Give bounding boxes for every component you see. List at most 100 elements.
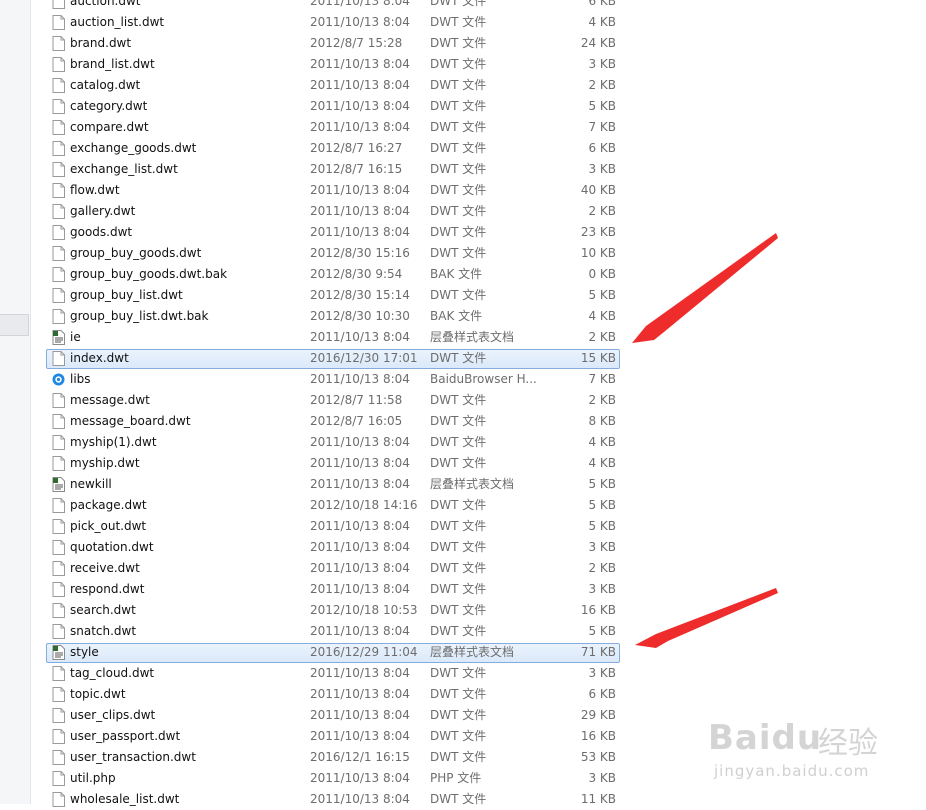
file-type: DWT 文件 bbox=[430, 498, 487, 512]
doc-icon bbox=[52, 771, 65, 786]
file-type: DWT 文件 bbox=[430, 141, 487, 155]
file-size: 16 KB bbox=[580, 729, 616, 743]
doc-icon bbox=[52, 0, 65, 9]
file-row[interactable]: pick_out.dwt 2011/10/13 8:04 DWT 文件 5 KB bbox=[30, 516, 926, 537]
watermark-sub: 经验 bbox=[818, 726, 878, 761]
doc-icon bbox=[52, 351, 65, 366]
file-row[interactable]: message.dwt 2012/8/7 11:58 DWT 文件 2 KB bbox=[30, 390, 926, 411]
file-row[interactable]: exchange_list.dwt 2012/8/7 16:15 DWT 文件 3 K… bbox=[30, 159, 926, 180]
file-row[interactable]: newkill 2011/10/13 8:04 层叠样式表文档 5 KB bbox=[30, 474, 926, 495]
doc-icon bbox=[52, 540, 65, 555]
file-size: 53 KB bbox=[580, 750, 616, 764]
doc-icon bbox=[52, 729, 65, 744]
file-row[interactable]: package.dwt 2012/10/18 14:16 DWT 文件 5 KB bbox=[30, 495, 926, 516]
file-row[interactable]: respond.dwt 2011/10/13 8:04 DWT 文件 3 KB bbox=[30, 579, 926, 600]
file-type: DWT 文件 bbox=[430, 78, 487, 92]
file-type: BAK 文件 bbox=[430, 267, 483, 281]
file-row[interactable]: exchange_goods.dwt 2012/8/7 16:27 DWT 文件 6 … bbox=[30, 138, 926, 159]
file-date: 2011/10/13 8:04 bbox=[310, 330, 410, 344]
file-name: respond.dwt bbox=[70, 582, 145, 596]
file-size: 4 KB bbox=[588, 456, 616, 470]
nav-pane-scroll-handle[interactable] bbox=[0, 314, 29, 336]
file-row[interactable]: wholesale_list.dwt 2011/10/13 8:04 DWT 文件 1… bbox=[30, 789, 926, 810]
doc-icon bbox=[52, 687, 65, 702]
file-type: 层叠样式表文档 bbox=[430, 645, 515, 659]
file-name: quotation.dwt bbox=[70, 540, 154, 554]
file-row[interactable]: style 2016/12/29 11:04 层叠样式表文档 71 KB bbox=[30, 642, 926, 663]
file-row[interactable]: myship.dwt 2011/10/13 8:04 DWT 文件 4 KB bbox=[30, 453, 926, 474]
file-row[interactable]: auction_list.dwt 2011/10/13 8:04 DWT 文件 4 K… bbox=[30, 12, 926, 33]
file-row[interactable]: myship(1).dwt 2011/10/13 8:04 DWT 文件 4 KB bbox=[30, 432, 926, 453]
file-date: 2011/10/13 8:04 bbox=[310, 729, 410, 743]
file-type: DWT 文件 bbox=[430, 120, 487, 134]
file-date: 2011/10/13 8:04 bbox=[310, 225, 410, 239]
doc-icon bbox=[52, 36, 65, 51]
file-row[interactable]: libs 2011/10/13 8:04 BaiduBrowser H... 7 KB bbox=[30, 369, 926, 390]
file-date: 2011/10/13 8:04 bbox=[310, 708, 410, 722]
file-row[interactable]: group_buy_list.dwt 2012/8/30 15:14 DWT 文件 5… bbox=[30, 285, 926, 306]
file-type: DWT 文件 bbox=[430, 624, 487, 638]
file-size: 16 KB bbox=[580, 603, 616, 617]
file-row[interactable]: goods.dwt 2011/10/13 8:04 DWT 文件 23 KB bbox=[30, 222, 926, 243]
file-row[interactable]: message_board.dwt 2012/8/7 16:05 DWT 文件 8 K… bbox=[30, 411, 926, 432]
file-row[interactable]: brand_list.dwt 2011/10/13 8:04 DWT 文件 3 KB bbox=[30, 54, 926, 75]
file-row[interactable]: catalog.dwt 2011/10/13 8:04 DWT 文件 2 KB bbox=[30, 75, 926, 96]
file-date: 2011/10/13 8:04 bbox=[310, 99, 410, 113]
doc-icon bbox=[52, 666, 65, 681]
file-row[interactable]: tag_cloud.dwt 2011/10/13 8:04 DWT 文件 3 KB bbox=[30, 663, 926, 684]
file-row[interactable]: gallery.dwt 2011/10/13 8:04 DWT 文件 2 KB bbox=[30, 201, 926, 222]
file-size: 7 KB bbox=[588, 372, 616, 386]
file-name: auction.dwt bbox=[70, 0, 141, 8]
file-type: DWT 文件 bbox=[430, 582, 487, 596]
file-date: 2011/10/13 8:04 bbox=[310, 771, 410, 785]
file-row[interactable]: group_buy_list.dwt.bak 2012/8/30 10:30 BAK… bbox=[30, 306, 926, 327]
file-row[interactable]: auction.dwt 2011/10/13 8:04 DWT 文件 6 KB bbox=[30, 0, 926, 12]
file-name: myship.dwt bbox=[70, 456, 140, 470]
file-type: DWT 文件 bbox=[430, 393, 487, 407]
file-type: 层叠样式表文档 bbox=[430, 477, 515, 491]
doc-icon bbox=[52, 15, 65, 30]
file-type: DWT 文件 bbox=[430, 750, 487, 764]
css-icon bbox=[52, 330, 65, 345]
file-type: DWT 文件 bbox=[430, 0, 487, 8]
file-row[interactable]: group_buy_goods.dwt 2012/8/30 15:16 DWT 文件… bbox=[30, 243, 926, 264]
file-row[interactable]: receive.dwt 2011/10/13 8:04 DWT 文件 2 KB bbox=[30, 558, 926, 579]
file-size: 0 KB bbox=[588, 267, 616, 281]
file-date: 2011/10/13 8:04 bbox=[310, 435, 410, 449]
file-row[interactable]: group_buy_goods.dwt.bak 2012/8/30 9:54 BAK… bbox=[30, 264, 926, 285]
file-size: 3 KB bbox=[588, 582, 616, 596]
file-row[interactable]: index.dwt 2016/12/30 17:01 DWT 文件 15 KB bbox=[30, 348, 926, 369]
file-size: 5 KB bbox=[588, 99, 616, 113]
file-size: 6 KB bbox=[588, 141, 616, 155]
file-row[interactable]: ie 2011/10/13 8:04 层叠样式表文档 2 KB bbox=[30, 327, 926, 348]
file-date: 2012/8/7 16:27 bbox=[310, 141, 403, 155]
file-row[interactable]: quotation.dwt 2011/10/13 8:04 DWT 文件 3 KB bbox=[30, 537, 926, 558]
file-row[interactable]: compare.dwt 2011/10/13 8:04 DWT 文件 7 KB bbox=[30, 117, 926, 138]
file-row[interactable]: brand.dwt 2012/8/7 15:28 DWT 文件 24 KB bbox=[30, 33, 926, 54]
file-size: 40 KB bbox=[580, 183, 616, 197]
file-size: 4 KB bbox=[588, 309, 616, 323]
file-date: 2012/8/7 15:28 bbox=[310, 36, 403, 50]
file-row[interactable]: category.dwt 2011/10/13 8:04 DWT 文件 5 KB bbox=[30, 96, 926, 117]
file-type: DWT 文件 bbox=[430, 204, 487, 218]
file-name: libs bbox=[70, 372, 91, 386]
file-size: 24 KB bbox=[580, 36, 616, 50]
file-type: BaiduBrowser H... bbox=[430, 372, 537, 386]
doc-icon bbox=[52, 435, 65, 450]
file-row[interactable]: snatch.dwt 2011/10/13 8:04 DWT 文件 5 KB bbox=[30, 621, 926, 642]
file-date: 2011/10/13 8:04 bbox=[310, 372, 410, 386]
file-row[interactable]: topic.dwt 2011/10/13 8:04 DWT 文件 6 KB bbox=[30, 684, 926, 705]
file-name: package.dwt bbox=[70, 498, 147, 512]
file-row[interactable]: search.dwt 2012/10/18 10:53 DWT 文件 16 KB bbox=[30, 600, 926, 621]
file-date: 2016/12/29 11:04 bbox=[310, 645, 418, 659]
doc-icon bbox=[52, 225, 65, 240]
doc-icon bbox=[52, 57, 65, 72]
file-date: 2011/10/13 8:04 bbox=[310, 792, 410, 806]
file-type: DWT 文件 bbox=[430, 225, 487, 239]
file-size: 3 KB bbox=[588, 162, 616, 176]
file-date: 2011/10/13 8:04 bbox=[310, 582, 410, 596]
doc-icon bbox=[52, 246, 65, 261]
file-row[interactable]: flow.dwt 2011/10/13 8:04 DWT 文件 40 KB bbox=[30, 180, 926, 201]
doc-icon bbox=[52, 78, 65, 93]
file-name: tag_cloud.dwt bbox=[70, 666, 155, 680]
